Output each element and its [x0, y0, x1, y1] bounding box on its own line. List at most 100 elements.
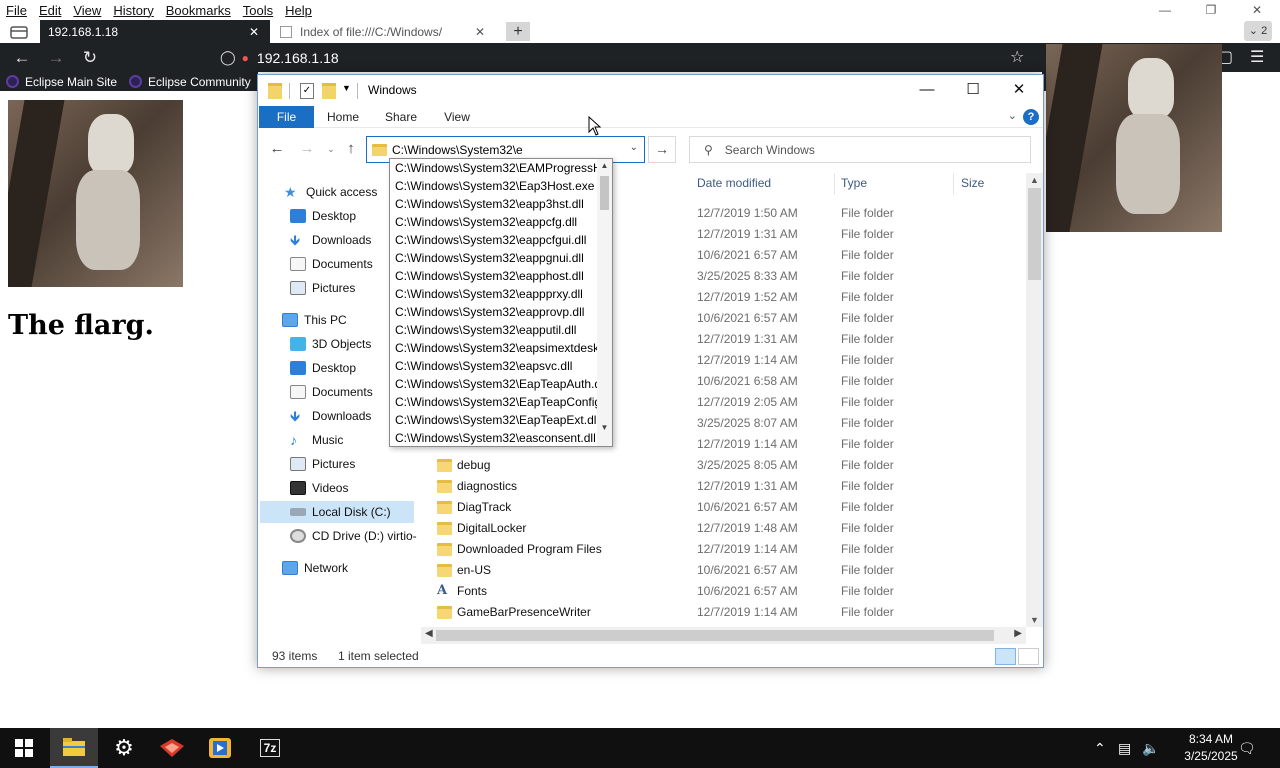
- scroll-up-icon[interactable]: ▲: [597, 161, 612, 170]
- menu-file[interactable]: File: [6, 3, 27, 18]
- list-item[interactable]: C:\Windows\System32\easconsent.dll: [390, 429, 598, 446]
- list-item[interactable]: C:\Windows\System32\eappcfg.dll: [390, 213, 598, 231]
- recent-locations-icon[interactable]: ⌄: [322, 140, 340, 158]
- tab-active[interactable]: 192.168.1.18 ✕: [40, 20, 270, 43]
- url-bar[interactable]: ◯ ● 192.168.1.18: [214, 46, 1048, 69]
- ribbon-tab-home[interactable]: Home: [318, 106, 368, 128]
- horizontal-scrollbar[interactable]: ◀ ▶: [421, 627, 1026, 644]
- search-input[interactable]: [724, 142, 1005, 157]
- expand-ribbon-icon[interactable]: ⌄: [1008, 109, 1017, 122]
- list-item[interactable]: C:\Windows\System32\eapsvc.dll: [390, 357, 598, 375]
- browser-restore-button[interactable]: ❐: [1188, 0, 1234, 20]
- menu-tools[interactable]: Tools: [243, 3, 273, 18]
- nav-documents[interactable]: Documents: [290, 381, 373, 403]
- nav-local-disk[interactable]: Local Disk (C:): [260, 501, 414, 523]
- nav-network[interactable]: Network: [282, 557, 348, 579]
- menu-help[interactable]: Help: [285, 3, 312, 18]
- nav-desktop[interactable]: Desktop: [290, 205, 356, 227]
- list-item[interactable]: C:\Windows\System32\eappgnui.dll: [390, 249, 598, 267]
- maximize-button[interactable]: ☐: [950, 79, 996, 101]
- search-box[interactable]: ⚲: [689, 136, 1031, 163]
- new-tab-button[interactable]: +: [506, 22, 530, 41]
- autocomplete-scrollbar[interactable]: ▲ ▼: [597, 159, 612, 446]
- scroll-thumb[interactable]: [1028, 188, 1041, 280]
- nav-downloads[interactable]: 🡻 Downloads: [290, 229, 371, 251]
- list-item[interactable]: C:\Windows\System32\EapTeapAuth.dll: [390, 375, 598, 393]
- tab-close-icon[interactable]: ✕: [246, 25, 262, 39]
- ribbon-tab-view[interactable]: View: [432, 106, 482, 128]
- tab-list-button[interactable]: [8, 22, 30, 42]
- column-size[interactable]: Size: [961, 176, 984, 194]
- forward-icon[interactable]: →: [46, 48, 66, 68]
- taskbar-settings[interactable]: ⚙: [100, 728, 148, 768]
- column-type[interactable]: Type: [841, 176, 867, 194]
- back-arrow-icon[interactable]: ←: [268, 140, 286, 158]
- tab-close-icon[interactable]: ✕: [472, 25, 488, 39]
- scroll-down-icon[interactable]: ▼: [1026, 615, 1043, 625]
- nav-videos[interactable]: Videos: [290, 477, 348, 499]
- list-item[interactable]: C:\Windows\System32\eapphost.dll: [390, 267, 598, 285]
- scroll-thumb[interactable]: [436, 630, 994, 641]
- show-hidden-icons[interactable]: ⌃: [1094, 728, 1106, 768]
- nav-quick-access[interactable]: ★ Quick access: [284, 181, 377, 203]
- scroll-thumb[interactable]: [600, 176, 609, 210]
- menu-edit[interactable]: Edit: [39, 3, 61, 18]
- lock-icon[interactable]: ●: [242, 51, 249, 65]
- reload-icon[interactable]: ↻: [80, 48, 100, 68]
- browser-minimize-button[interactable]: —: [1142, 0, 1188, 20]
- taskbar-7zip[interactable]: 7z: [246, 728, 294, 768]
- table-row[interactable]: diagnostics 12/7/2019 1:31 AM File folder: [421, 476, 1021, 497]
- customize-qa-icon[interactable]: ▼: [342, 83, 352, 99]
- list-item[interactable]: C:\Windows\System32\eapputil.dll: [390, 321, 598, 339]
- menu-bookmarks[interactable]: Bookmarks: [166, 3, 231, 18]
- hamburger-menu-icon[interactable]: ☰: [1250, 48, 1264, 68]
- scroll-up-icon[interactable]: ▲: [1026, 175, 1043, 185]
- new-folder-icon[interactable]: [322, 83, 336, 99]
- scroll-down-icon[interactable]: ▼: [597, 423, 612, 432]
- forward-arrow-icon[interactable]: →: [298, 140, 316, 158]
- table-row[interactable]: Downloaded Program Files 12/7/2019 1:14 A…: [421, 539, 1021, 560]
- notifications-button[interactable]: 🗨: [1238, 728, 1256, 768]
- bookmark-star-icon[interactable]: ☆: [1010, 48, 1024, 68]
- large-icons-view-icon[interactable]: [1018, 648, 1039, 665]
- nav-this-pc[interactable]: This PC: [282, 309, 347, 331]
- volume-tray-icon[interactable]: 🔈: [1142, 728, 1159, 768]
- list-item[interactable]: C:\Windows\System32\EAMProgressHandler.d…: [390, 159, 598, 177]
- list-item[interactable]: C:\Windows\System32\eapsimextdesktop.dll: [390, 339, 598, 357]
- browser-close-button[interactable]: ✕: [1234, 0, 1280, 20]
- nav-documents[interactable]: Documents: [290, 253, 373, 275]
- list-item[interactable]: C:\Windows\System32\EapTeapConfig.dll: [390, 393, 598, 411]
- taskbar-browser[interactable]: [148, 728, 196, 768]
- help-icon[interactable]: ?: [1023, 109, 1039, 125]
- list-item[interactable]: C:\Windows\System32\eapp3hst.dll: [390, 195, 598, 213]
- table-row[interactable]: debug 3/25/2025 8:05 AM File folder: [421, 455, 1021, 476]
- shield-icon[interactable]: ◯: [220, 49, 236, 66]
- properties-icon[interactable]: ✓: [300, 83, 314, 99]
- close-button[interactable]: ✕: [996, 79, 1042, 101]
- list-item[interactable]: C:\Windows\System32\eappcfgui.dll: [390, 231, 598, 249]
- bookmark-item[interactable]: Eclipse Main Site: [6, 75, 117, 89]
- list-item[interactable]: C:\Windows\System32\eapprovp.dll: [390, 303, 598, 321]
- ribbon-tab-file[interactable]: File: [259, 106, 314, 128]
- scroll-left-icon[interactable]: ◀: [425, 628, 433, 639]
- tab-count-button[interactable]: ⌄ 2: [1244, 21, 1272, 41]
- tab-inactive[interactable]: Index of file:///C:/Windows/ ✕: [272, 20, 496, 43]
- table-row[interactable]: DigitalLocker 12/7/2019 1:48 AM File folde…: [421, 518, 1021, 539]
- bookmark-item[interactable]: Eclipse Community: [129, 75, 251, 89]
- network-tray-icon[interactable]: ▤: [1118, 728, 1131, 768]
- ribbon-tab-share[interactable]: Share: [376, 106, 426, 128]
- nav-desktop[interactable]: Desktop: [290, 357, 356, 379]
- nav-3d-objects[interactable]: 3D Objects: [290, 333, 371, 355]
- up-arrow-icon[interactable]: ↑: [342, 140, 360, 158]
- nav-downloads[interactable]: 🡻 Downloads: [290, 405, 371, 427]
- table-row[interactable]: GameBarPresenceWriter 12/7/2019 1:14 AM Fi…: [421, 602, 1021, 623]
- minimize-button[interactable]: —: [904, 79, 950, 101]
- nav-cd-drive[interactable]: CD Drive (D:) virtio-: [290, 525, 417, 547]
- column-date-modified[interactable]: Date modified: [697, 176, 771, 194]
- vertical-scrollbar[interactable]: ▲ ▼: [1026, 173, 1043, 627]
- details-view-icon[interactable]: [995, 648, 1016, 665]
- list-item[interactable]: C:\Windows\System32\eappprxy.dll: [390, 285, 598, 303]
- table-row[interactable]: en-US 10/6/2021 6:57 AM File folder: [421, 560, 1021, 581]
- taskbar-file-explorer[interactable]: [50, 728, 98, 768]
- nav-pictures[interactable]: Pictures: [290, 277, 355, 299]
